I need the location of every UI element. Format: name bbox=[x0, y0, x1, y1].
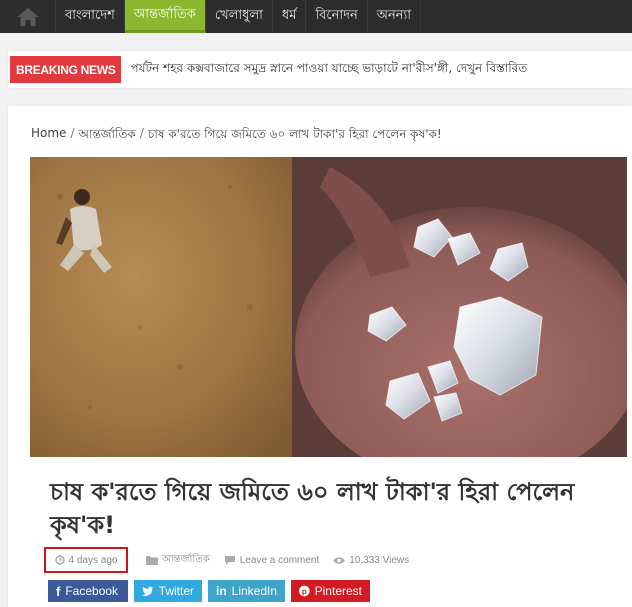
twitter-icon bbox=[142, 586, 154, 596]
breaking-news-bar: BREAKING NEWS পর্যটন শহর কক্সবাজারে সমুদ… bbox=[8, 51, 632, 88]
article-date: 4 days ago bbox=[44, 547, 128, 573]
top-navigation: বাংলাদেশ আন্তর্জাতিক খেলাধুলা ধর্ম বিনোদ… bbox=[0, 0, 632, 33]
breadcrumb-category[interactable]: আন্তর্জাতিক bbox=[78, 126, 135, 146]
article-category-text[interactable]: আন্তর্জাতিক bbox=[162, 552, 210, 569]
twitter-share-label: Twitter bbox=[158, 584, 194, 598]
nav-item-international[interactable]: আন্তর্জাতিক bbox=[124, 0, 206, 33]
article-hero-image bbox=[30, 157, 627, 457]
pinterest-share-button[interactable]: p Pinterest bbox=[291, 580, 370, 602]
article-category[interactable]: আন্তর্জাতিক bbox=[146, 552, 210, 569]
clock-icon bbox=[54, 555, 65, 565]
article-card: Home / আন্তর্জাতিক / চাষ ক'রতে গিয়ে জমি… bbox=[8, 106, 632, 607]
nav-item-entertainment[interactable]: বিনোদন bbox=[306, 0, 368, 33]
breadcrumb: Home / আন্তর্জাতিক / চাষ ক'রতে গিয়ে জমি… bbox=[31, 126, 442, 146]
article-meta: 4 days ago আন্তর্জাতিক Leave a comment 1… bbox=[44, 546, 604, 574]
breadcrumb-separator: / bbox=[139, 126, 144, 140]
home-icon bbox=[16, 7, 39, 26]
article-date-text: 4 days ago bbox=[68, 554, 118, 566]
pinterest-share-label: Pinterest bbox=[314, 584, 362, 598]
article-comments-text[interactable]: Leave a comment bbox=[240, 555, 320, 566]
pinterest-icon: p bbox=[299, 585, 310, 597]
breadcrumb-separator: / bbox=[70, 126, 75, 140]
linkedin-share-button[interactable]: in LinkedIn bbox=[208, 580, 285, 602]
share-buttons: f Facebook Twitter in LinkedIn p Pintere… bbox=[48, 580, 370, 602]
nav-item-religion[interactable]: ধর্ম bbox=[273, 0, 307, 33]
eye-icon bbox=[333, 556, 346, 564]
nav-item-sports[interactable]: খেলাধুলা bbox=[206, 0, 273, 33]
facebook-icon: f bbox=[56, 583, 61, 599]
breaking-news-tag: BREAKING NEWS bbox=[10, 56, 122, 83]
article-views-text: 10,333 Views bbox=[349, 554, 410, 566]
home-button[interactable] bbox=[0, 0, 56, 33]
twitter-share-button[interactable]: Twitter bbox=[134, 580, 202, 602]
linkedin-icon: in bbox=[216, 584, 227, 598]
comment-icon bbox=[224, 556, 235, 565]
article-title: চাষ ক'রতে গিয়ে জমিতে ৬০ লাখ টাকা'র হিরা… bbox=[50, 478, 575, 539]
article-comments[interactable]: Leave a comment bbox=[224, 555, 320, 566]
breadcrumb-home[interactable]: Home bbox=[31, 126, 66, 146]
folder-icon bbox=[146, 556, 158, 565]
svg-text:p: p bbox=[302, 587, 307, 596]
article-views: 10,333 Views bbox=[333, 555, 409, 566]
facebook-share-label: Facebook bbox=[65, 584, 119, 598]
breaking-news-headline[interactable]: পর্যটন শহর কক্সবাজারে সমুদ্র স্নানে পাওয… bbox=[130, 60, 527, 80]
nav-item-bangladesh[interactable]: বাংলাদেশ bbox=[56, 0, 125, 33]
linkedin-share-label: LinkedIn bbox=[231, 584, 278, 598]
breadcrumb-current: চাষ ক'রতে গিয়ে জমিতে ৬০ লাখ টাকা'র হিরা… bbox=[147, 127, 442, 141]
facebook-share-button[interactable]: f Facebook bbox=[48, 580, 128, 602]
nav-item-ananya[interactable]: অনন্যা bbox=[368, 0, 422, 33]
